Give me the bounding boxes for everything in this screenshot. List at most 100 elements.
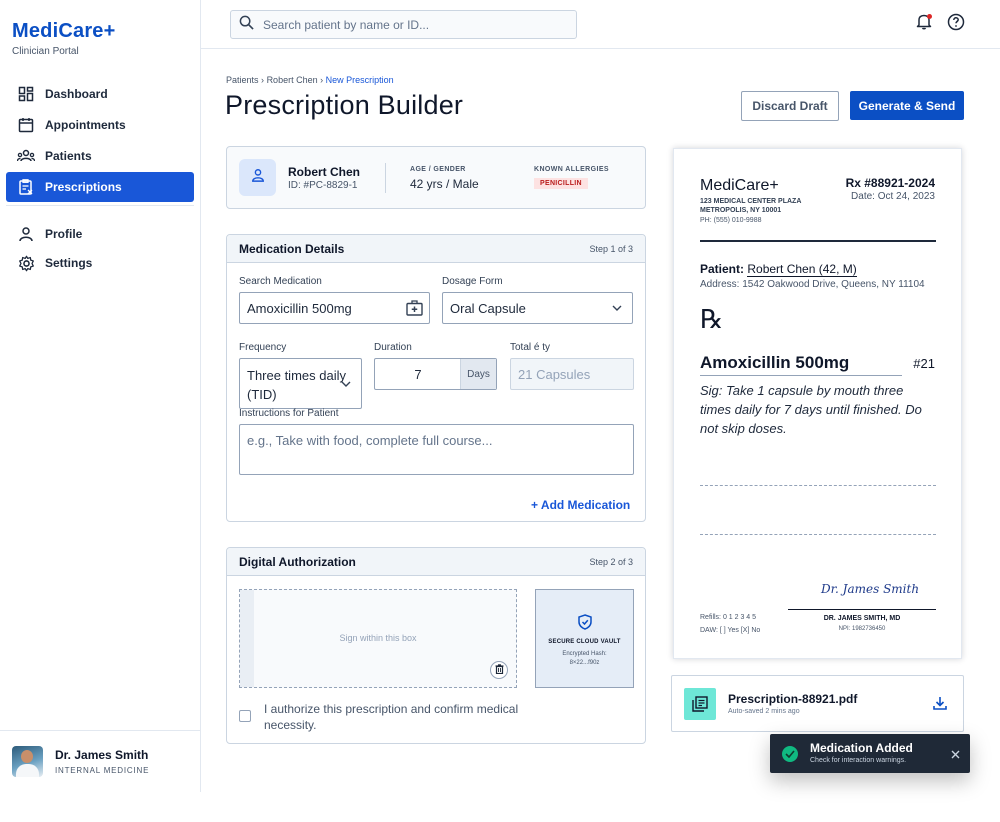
rx-address: 123 MEDICAL CENTER PLAZA METROPOLIS, NY … (700, 197, 801, 215)
breadcrumb-item[interactable]: Robert Chen (267, 75, 318, 85)
search-input[interactable] (263, 17, 563, 32)
add-medication-button[interactable]: + Add Medication (531, 498, 630, 512)
rx-blank-line (700, 485, 936, 486)
medication-search-value: Amoxicillin 500mg (247, 300, 352, 316)
medical-kit-icon[interactable] (406, 300, 423, 316)
authorize-checkbox[interactable] (239, 710, 251, 722)
sidebar-item-label: Patients (45, 149, 92, 163)
instructions-textarea[interactable]: e.g., Take with food, complete full cour… (239, 424, 634, 475)
rx-blank-line (700, 534, 936, 535)
sidebar-item-prescriptions[interactable]: Prescriptions (6, 172, 194, 202)
generate-send-button[interactable]: Generate & Send (850, 91, 964, 120)
vault-hash-value: 8×22...f90z (569, 660, 600, 666)
sidebar-item-label: Settings (45, 256, 93, 270)
step-indicator: Step 2 of 3 (589, 556, 633, 567)
total-quantity-placeholder: 21 Capsules (518, 366, 591, 382)
instructions-placeholder: e.g., Take with food, complete full cour… (247, 433, 493, 448)
sidebar-item-label: Profile (45, 227, 83, 241)
divider (385, 163, 386, 193)
avatar (12, 746, 43, 777)
check-circle-icon (782, 746, 798, 762)
authorize-checkbox-label[interactable]: I authorize this prescription and confir… (264, 701, 534, 733)
patient-id: ID: #PC-8829-1 (288, 180, 358, 191)
rx-doctor: DR. JAMES SMITH, MD (823, 615, 901, 622)
search-icon (239, 15, 254, 35)
close-toast-button[interactable] (951, 746, 960, 764)
sidebar-item-patients[interactable]: Patients (6, 141, 194, 171)
rx-refills: Refills: 0 1 2 3 4 5 DAW: [ ] Yes [X] No (700, 611, 760, 637)
discard-draft-button[interactable]: Discard Draft (741, 91, 839, 121)
search-medication-label: Search Medication (239, 276, 322, 287)
duration-unit: Days (460, 359, 496, 389)
instructions-label: Instructions for Patient (239, 408, 339, 419)
clear-signature-button[interactable] (490, 661, 508, 679)
patient-name: Robert Chen (288, 165, 360, 179)
rx-patient-value: Robert Chen (42, M) (747, 262, 857, 277)
help-button[interactable] (946, 13, 966, 36)
sidebar-item-profile[interactable]: Profile (6, 220, 194, 248)
card-header: Medication Details Step 1 of 3 (227, 235, 645, 263)
step-indicator: Step 1 of 3 (589, 243, 633, 254)
signature-pad[interactable]: Sign within this box (239, 589, 517, 688)
rx-brand: MediCare+ (700, 177, 779, 194)
file-icon (684, 688, 716, 720)
file-autosave-status: Auto-saved 2 mins ago (728, 708, 800, 715)
breadcrumb-separator: › (320, 75, 324, 85)
card-title: Medication Details (239, 241, 345, 256)
brand-subtitle: Clinician Portal (12, 46, 79, 57)
rx-number: Rx #88921-2024 (845, 176, 935, 190)
nav-divider (6, 205, 194, 206)
trash-icon (495, 661, 504, 679)
medication-search-input[interactable]: Amoxicillin 500mg (239, 292, 430, 324)
sidebar-item-settings[interactable]: Settings (6, 249, 194, 277)
file-name: Prescription-88921.pdf (728, 692, 858, 706)
prescription-icon (17, 178, 35, 196)
sidebar-nav: Dashboard Appointments Patients Prescrip… (6, 79, 194, 278)
rx-npi: NPI: 1982736450 (838, 626, 886, 632)
notification-dot (927, 14, 932, 19)
rx-signature-line (788, 609, 936, 610)
download-button[interactable] (933, 696, 947, 715)
brand-name: MediCare+ (12, 20, 116, 42)
dosage-form-select[interactable]: Oral Capsule (442, 292, 633, 324)
download-icon (933, 697, 947, 714)
patient-card: Robert Chen ID: #PC-8829-1 AGE / GENDER … (226, 146, 646, 209)
top-bar (201, 0, 1000, 49)
rx-phone: PH: (555) 010-9988 (700, 217, 762, 224)
rx-patient-label: Patient: (700, 262, 745, 276)
vault-hash-label: Encrypted Hash: (562, 651, 607, 657)
duration-input[interactable]: 7 Days (374, 358, 497, 390)
help-icon (947, 13, 965, 36)
age-gender-value: 42 yrs / Male (410, 177, 479, 191)
rx-signature: Dr. James Smith (821, 582, 920, 596)
rx-daw-line: DAW: [ ] Yes [X] No (700, 627, 761, 634)
breadcrumb-item[interactable]: Patients (226, 75, 259, 85)
user-icon (17, 225, 35, 243)
frequency-value: Three times daily (TID) (247, 368, 346, 402)
frequency-select[interactable]: Three times daily (TID) (239, 358, 362, 409)
toast-title: Medication Added (810, 741, 913, 755)
signature-hint: Sign within this box (339, 633, 417, 643)
current-user[interactable]: Dr. James Smith INTERNAL MEDICINE (0, 730, 201, 792)
breadcrumb-separator: › (261, 75, 265, 85)
age-gender-label: AGE / GENDER (410, 166, 466, 173)
sidebar-item-dashboard[interactable]: Dashboard (6, 79, 194, 109)
dosage-form-label: Dosage Form (442, 276, 503, 287)
user-name: Dr. James Smith (55, 748, 149, 762)
dashboard-icon (17, 85, 35, 103)
breadcrumb-current: New Prescription (325, 75, 394, 85)
patient-avatar (239, 159, 276, 196)
rx-refills-line: Refills: 0 1 2 3 4 5 (700, 614, 757, 621)
total-quantity-label: Total é ty (510, 342, 551, 353)
calendar-icon (17, 116, 35, 134)
pdf-file-card[interactable]: Prescription-88921.pdf Auto-saved 2 mins… (671, 675, 964, 732)
notifications-button[interactable] (914, 14, 934, 34)
vault-title: SECURE CLOUD VAULT (548, 639, 621, 645)
sidebar-item-appointments[interactable]: Appointments (6, 110, 194, 140)
user-icon (251, 168, 265, 187)
users-icon (17, 147, 35, 165)
page-title: Prescription Builder (225, 90, 464, 120)
chevron-down-icon (341, 381, 351, 387)
rx-header-rule (700, 240, 936, 242)
frequency-label: Frequency (239, 342, 287, 353)
